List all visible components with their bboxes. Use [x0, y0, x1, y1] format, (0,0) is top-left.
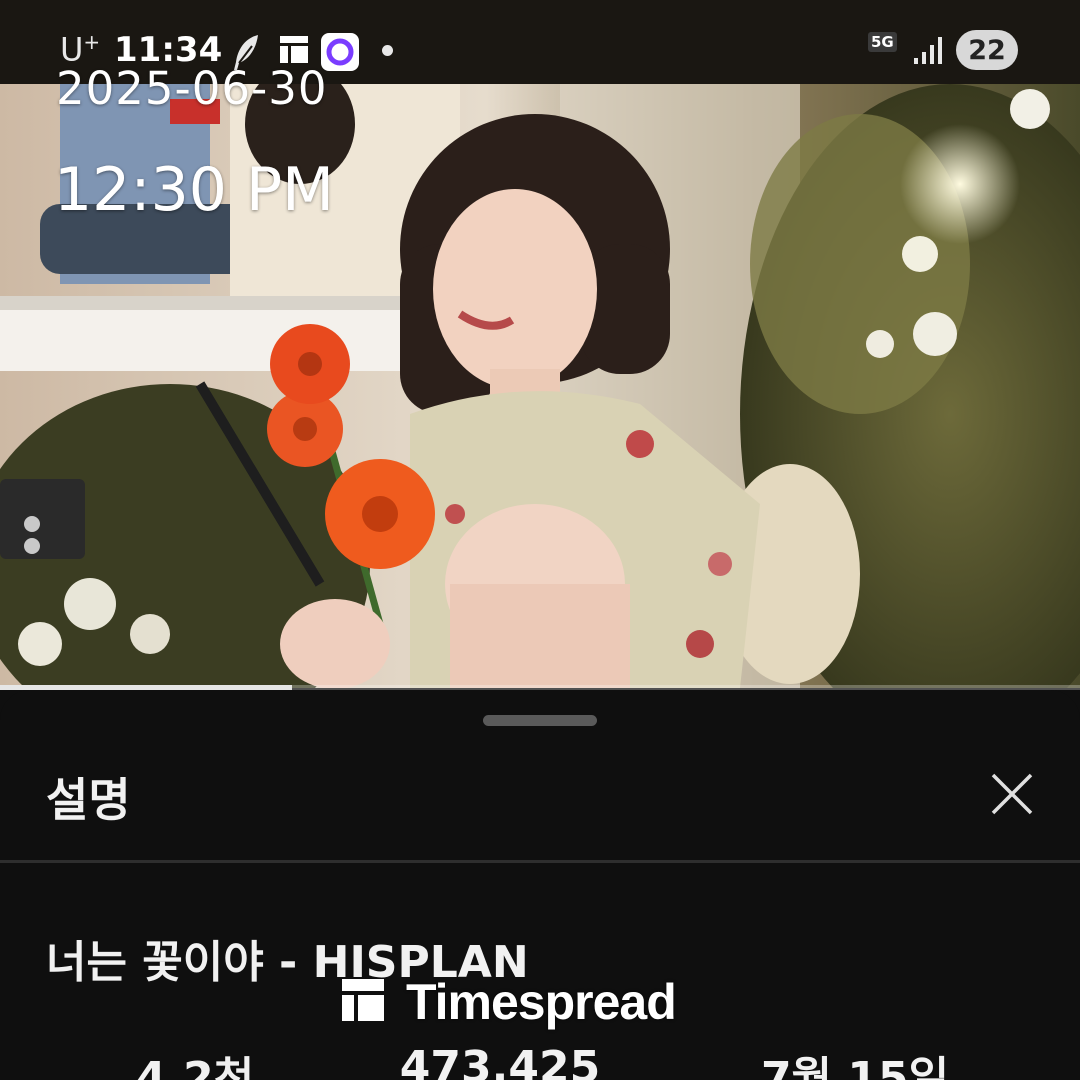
upload-date: 7월 15일	[760, 1053, 950, 1080]
sheet-title: 설명	[46, 773, 131, 827]
video-progress-fill	[0, 685, 292, 690]
battery-indicator: 22	[956, 30, 1018, 70]
overlay-date: 2025-06-30	[56, 62, 328, 115]
watermark-text: Timespread	[406, 974, 677, 1030]
overlay-time: 12:30 PM	[54, 155, 334, 225]
screen: U+ 11:34 5G 22 2025-06-30 12:30 PM 설명 너는…	[0, 0, 1080, 1080]
close-icon	[990, 772, 1034, 820]
timespread-logo-icon	[340, 977, 386, 1027]
likes-count: 4.2천	[135, 1053, 255, 1080]
watermark: Timespread	[340, 974, 677, 1030]
carrier-plus: +	[83, 30, 101, 54]
sheet-grab-handle[interactable]	[483, 715, 597, 726]
stats-row: 4.2천 473,425 7월 15일	[0, 1042, 1080, 1080]
sheet-divider	[0, 860, 1080, 863]
signal-icon	[912, 34, 944, 70]
views-count: 473,425	[399, 1042, 601, 1080]
close-button[interactable]	[984, 768, 1040, 824]
network-badge: 5G	[868, 32, 897, 52]
dot-icon	[382, 45, 393, 56]
video-progress-bar[interactable]	[0, 685, 1080, 690]
